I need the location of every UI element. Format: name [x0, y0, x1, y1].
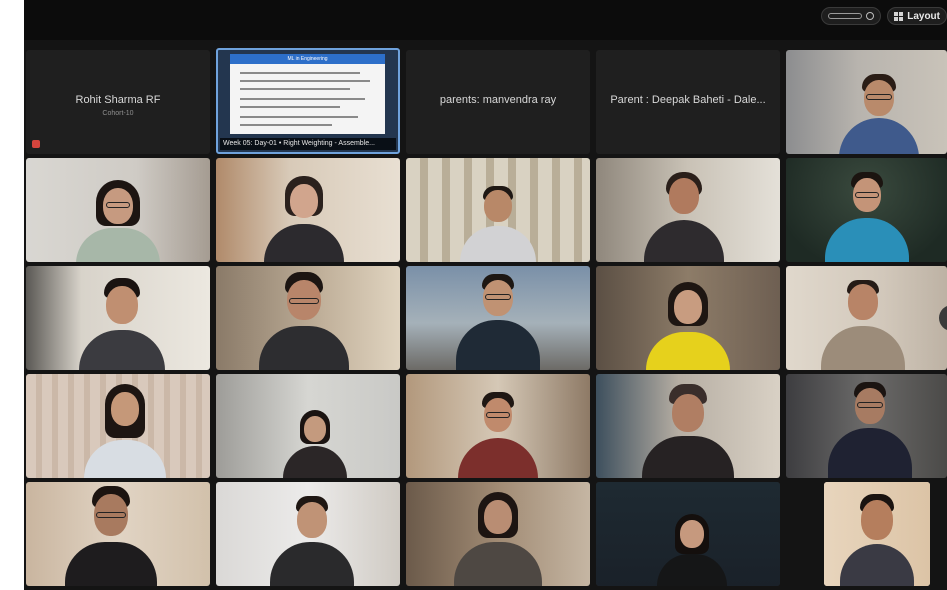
- participant-video-tile[interactable]: [596, 266, 780, 370]
- slide-text-line: [240, 116, 358, 118]
- participant-figure: [839, 74, 920, 154]
- participant-subtitle: Cohort-10: [102, 110, 134, 117]
- participant-gallery: Rohit Sharma RF Cohort-10 ML in Engineer…: [24, 0, 947, 590]
- screen-share-tile[interactable]: ML in Engineering Week 05: Day-01 • Righ…: [216, 48, 400, 154]
- slide-text-line: [240, 88, 350, 90]
- participant-video-tile[interactable]: [216, 482, 400, 586]
- participant-name: Rohit Sharma RF: [75, 94, 161, 106]
- slide-text-line: [240, 98, 365, 100]
- participant-video-tile[interactable]: [26, 266, 210, 370]
- shared-slide: ML in Engineering: [230, 54, 385, 134]
- participant-name: Parent : Deepak Baheti - Dale...: [610, 94, 766, 106]
- meeting-window: Layout Rohit Sharma RF Cohort-10 ML in E…: [24, 0, 947, 590]
- participant-tile[interactable]: Rohit Sharma RF Cohort-10: [26, 50, 210, 154]
- participant-tile[interactable]: parents: manvendra ray: [406, 50, 590, 154]
- mic-muted-icon: [32, 140, 40, 148]
- slide-text-line: [240, 72, 360, 74]
- participant-video-tile[interactable]: [596, 482, 780, 586]
- participant-video-tile[interactable]: [216, 158, 400, 262]
- slide-text-line: [240, 106, 340, 108]
- participant-video-tile[interactable]: [406, 374, 590, 478]
- share-caption: Week 05: Day-01 • Right Weighting - Asse…: [220, 138, 396, 150]
- participant-video-tile[interactable]: [406, 158, 590, 262]
- participant-name: parents: manvendra ray: [439, 94, 557, 106]
- participant-video-tile[interactable]: [26, 158, 210, 262]
- participant-video-tile[interactable]: [786, 50, 947, 154]
- participant-video-tile[interactable]: [596, 158, 780, 262]
- slide-text-line: [240, 80, 370, 82]
- slide-text-line: [240, 124, 332, 126]
- participant-video-tile[interactable]: [596, 374, 780, 478]
- participant-video-tile[interactable]: [786, 158, 947, 262]
- participant-video-tile[interactable]: [216, 374, 400, 478]
- participant-video-tile[interactable]: [406, 482, 590, 586]
- participant-video-tile[interactable]: [26, 374, 210, 478]
- participant-video-tile[interactable]: [786, 266, 947, 370]
- participant-video-tile[interactable]: [216, 266, 400, 370]
- participant-video-tile[interactable]: [406, 266, 590, 370]
- slide-title: ML in Engineering: [230, 54, 385, 64]
- participant-tile[interactable]: Parent : Deepak Baheti - Dale...: [596, 50, 780, 154]
- participant-video-tile[interactable]: [26, 482, 210, 586]
- participant-video-tile[interactable]: [824, 482, 930, 586]
- participant-video-tile[interactable]: [786, 374, 947, 478]
